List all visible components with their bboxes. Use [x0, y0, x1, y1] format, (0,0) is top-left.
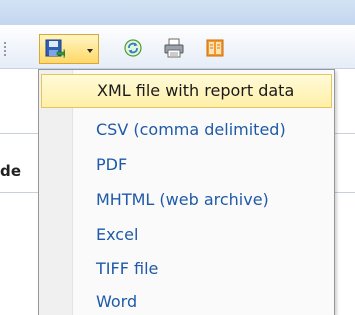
export-dropdown-button[interactable] [39, 34, 99, 64]
refresh-icon[interactable] [123, 38, 143, 58]
report-viewer-window: de XML file with report data CSV (comma … [0, 0, 355, 315]
title-bar [0, 0, 355, 25]
menu-item-pdf[interactable]: PDF [41, 148, 332, 182]
menu-item-mhtml[interactable]: MHTML (web archive) [41, 183, 332, 217]
chevron-down-icon [87, 49, 93, 53]
menu-item-excel[interactable]: Excel [41, 218, 332, 252]
save-icon [45, 39, 65, 59]
report-column-header: de [0, 162, 22, 180]
menu-item-xml[interactable]: XML file with report data [41, 74, 332, 108]
print-icon[interactable] [164, 38, 184, 58]
print-layout-icon[interactable] [205, 38, 225, 58]
menu-item-word[interactable]: Word [41, 285, 332, 315]
export-format-menu: XML file with report data CSV (comma del… [38, 69, 335, 315]
toolbar-grip[interactable] [4, 42, 6, 56]
menu-item-tiff[interactable]: TIFF file [41, 252, 332, 286]
menu-item-csv[interactable]: CSV (comma delimited) [41, 113, 332, 147]
